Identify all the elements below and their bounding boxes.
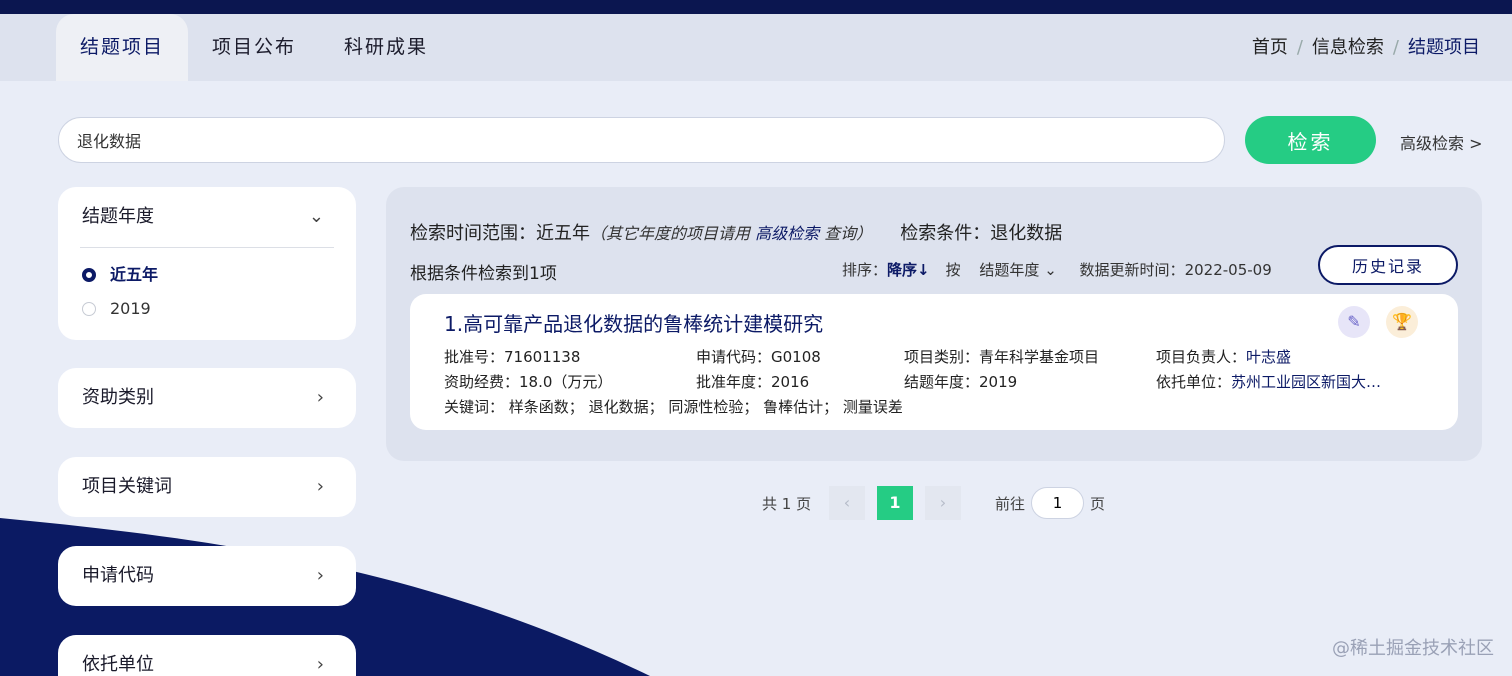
filter-end-year: 结题年度 ⌄ 近五年 2019: [58, 187, 356, 340]
tab-research-results[interactable]: 科研成果: [344, 14, 428, 81]
funding: 资助经费：18.0（万元）: [444, 373, 613, 391]
filter-title: 依托单位: [82, 654, 154, 675]
filter-host-unit[interactable]: 依托单位 ›: [58, 635, 356, 676]
search-input[interactable]: [58, 117, 1225, 163]
page-number-current[interactable]: 1: [877, 486, 913, 520]
breadcrumb-current: 结题项目: [1408, 37, 1480, 58]
tab-concluded-projects[interactable]: 结题项目: [56, 14, 189, 81]
chevron-right-icon: ›: [316, 565, 324, 586]
prev-page-button[interactable]: ‹: [829, 486, 865, 520]
project-leader-link[interactable]: 叶志盛: [1246, 348, 1291, 366]
update-time: 数据更新时间：2022-05-09: [1079, 261, 1272, 279]
goto-label: 前往: [995, 495, 1026, 513]
filter-title: 资助类别: [82, 387, 154, 408]
pagination-total: 共 1 页: [762, 495, 812, 513]
condition-value: 退化数据: [990, 223, 1063, 244]
project-leader: 项目负责人：叶志盛: [1156, 348, 1292, 366]
chevron-right-icon: ›: [316, 387, 324, 408]
approval-year: 批准年度：2016: [696, 373, 810, 391]
radio-option-2019[interactable]: 2019: [58, 292, 356, 326]
project-category: 项目类别：青年科学基金项目: [904, 348, 1100, 366]
chevron-down-icon: ⌄: [308, 206, 324, 227]
sort-label: 排序：: [842, 261, 888, 279]
chevron-right-icon: ›: [316, 476, 324, 497]
end-year: 结题年度：2019: [904, 373, 1018, 391]
radio-checked-icon: [82, 268, 96, 282]
results-panel: 检索时间范围：近五年（其它年度的项目请用 高级检索 查询） 检索条件：退化数据 根…: [386, 187, 1482, 461]
result-title[interactable]: 1.高可靠产品退化数据的鲁棒统计建模研究: [444, 308, 823, 337]
trophy-icon[interactable]: 🏆: [1386, 306, 1418, 338]
approval-number: 批准号：71601138: [444, 348, 581, 366]
filter-funding-category[interactable]: 资助类别 ›: [58, 368, 356, 428]
keywords: 关键词： 样条函数； 退化数据； 同源性检验； 鲁棒估计； 测量误差: [444, 398, 903, 416]
sort-field-select[interactable]: 结题年度 ⌄: [979, 261, 1056, 279]
top-strip: [0, 0, 1512, 14]
filter-end-year-header[interactable]: 结题年度 ⌄: [58, 187, 356, 247]
breadcrumb-info-search[interactable]: 信息检索: [1312, 37, 1384, 58]
next-page-button[interactable]: ›: [925, 486, 961, 520]
radio-option-label: 近五年: [110, 265, 159, 284]
search-summary: 检索时间范围：近五年（其它年度的项目请用 高级检索 查询） 检索条件：退化数据: [410, 219, 1062, 245]
radio-option-label: 2019: [110, 299, 151, 318]
host-unit-link[interactable]: 苏州工业园区新国大…: [1231, 373, 1381, 391]
chevron-right-icon: ›: [316, 654, 324, 675]
result-card: 1.高可靠产品退化数据的鲁棒统计建模研究 ✎ 🏆 批准号：71601138 申请…: [410, 294, 1458, 430]
watermark: @稀土掘金技术社区: [1332, 638, 1494, 659]
condition-label: 检索条件：: [900, 223, 991, 244]
tab-project-announcements[interactable]: 项目公布: [212, 14, 296, 81]
advanced-search-link[interactable]: 高级检索 >: [1400, 130, 1483, 154]
document-icon[interactable]: ✎: [1338, 306, 1370, 338]
breadcrumb-separator: /: [1392, 37, 1399, 58]
range-label: 检索时间范围：: [410, 223, 536, 244]
breadcrumb-home[interactable]: 首页: [1252, 37, 1288, 58]
filter-end-year-title: 结题年度: [82, 206, 154, 227]
filter-title: 项目关键词: [82, 476, 172, 497]
search-button[interactable]: 检索: [1245, 116, 1376, 164]
filter-title: 申请代码: [82, 565, 154, 586]
breadcrumb: 首页 / 信息检索 / 结题项目: [1252, 14, 1480, 81]
filter-apply-code[interactable]: 申请代码 ›: [58, 546, 356, 606]
radio-option-recent-five-years[interactable]: 近五年: [58, 258, 356, 292]
sort-by-label: 按: [945, 261, 961, 279]
range-value: 近五年: [536, 223, 590, 244]
goto-page-input[interactable]: [1031, 487, 1084, 519]
result-count: 根据条件检索到1项: [410, 264, 557, 284]
range-note: （其它年度的项目请用 高级检索 查询）: [590, 224, 873, 243]
page-suffix: 页: [1090, 495, 1106, 513]
sort-controls: 排序：降序↓ 按 结题年度 ⌄ 数据更新时间：2022-05-09: [842, 259, 1272, 280]
sort-direction-toggle[interactable]: 降序↓: [887, 261, 930, 279]
radio-unchecked-icon: [82, 302, 96, 316]
breadcrumb-separator: /: [1296, 37, 1303, 58]
host-unit: 依托单位：苏州工业园区新国大…: [1156, 373, 1382, 391]
apply-code: 申请代码：G0108: [696, 348, 821, 366]
advanced-search-inline-link[interactable]: 高级检索: [755, 224, 819, 243]
chevron-down-icon: ⌄: [1044, 261, 1057, 279]
history-button[interactable]: 历史记录: [1318, 245, 1458, 285]
filter-project-keywords[interactable]: 项目关键词 ›: [58, 457, 356, 517]
